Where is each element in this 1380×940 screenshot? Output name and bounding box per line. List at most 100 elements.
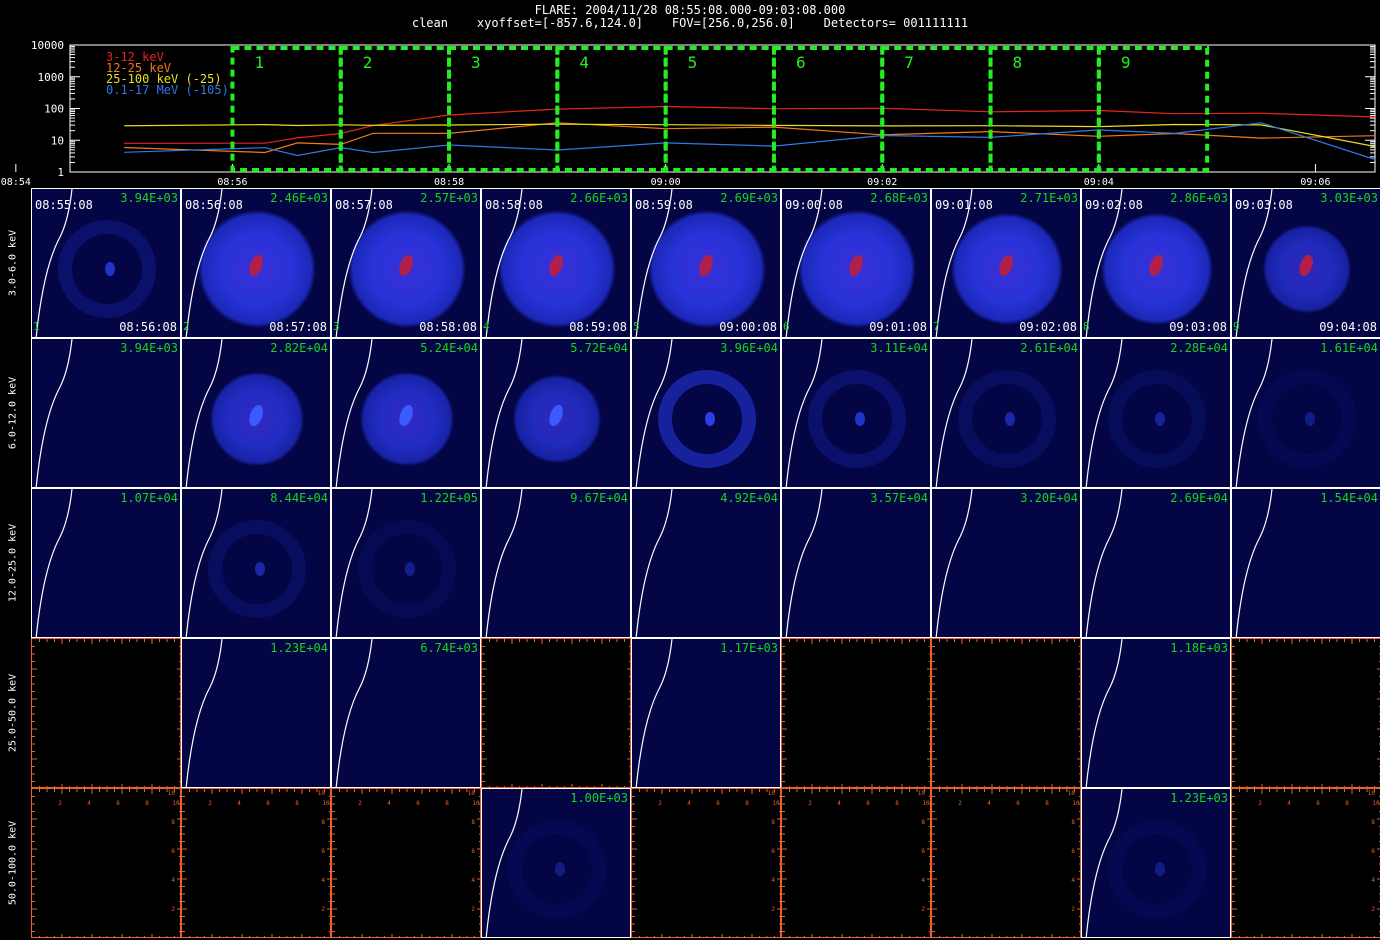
- interval-box: [1096, 46, 1210, 172]
- panel-interval-number: 8: [1083, 320, 1090, 333]
- axis-tick-label: 6: [1316, 800, 1320, 807]
- axis-tick-label: 8: [145, 800, 149, 807]
- image-panel: 1.07E+04: [31, 488, 181, 638]
- axis-tick-label: 4: [321, 877, 325, 884]
- image-panel: 9.67E+04: [481, 488, 631, 638]
- axis-tick-label: 2: [321, 906, 325, 913]
- panel-interval-number: 9: [1233, 320, 1240, 333]
- panel-max-value: 1.54E+04: [1320, 491, 1378, 505]
- image-panel-svg: 2 2 4 4 6 6 8 8 10 10: [182, 789, 330, 937]
- panel-end-time: 09:01:08: [869, 320, 927, 334]
- panel-max-value: 2.71E+03: [1020, 191, 1078, 205]
- axis-tick-label: 4: [171, 877, 175, 884]
- image-background: [632, 489, 780, 637]
- image-panel: [31, 638, 181, 788]
- axis-tick-label: 6: [1016, 800, 1020, 807]
- axis-tick-label: 6: [771, 848, 775, 855]
- axis-tick-label: 4: [837, 800, 841, 807]
- image-panel: 2.66E+03 08:58:08 08:59:08 4: [481, 188, 631, 338]
- panel-max-value: 2.46E+03: [270, 191, 328, 205]
- panel-max-value: 3.03E+03: [1320, 191, 1378, 205]
- panel-interval-number: 5: [633, 320, 640, 333]
- panel-interval-number: 4: [483, 320, 490, 333]
- y-tick-label: 1000: [38, 71, 65, 84]
- axis-tick-label: 10: [322, 800, 330, 807]
- image-panel: 2.61E+04: [931, 338, 1081, 488]
- panel-max-value: 2.68E+03: [870, 191, 928, 205]
- image-panel-svg: [482, 639, 630, 787]
- energy-row-label: 12.0-25.0 keV: [2, 488, 24, 638]
- image-panel: 3.94E+03 08:55:08 08:56:08 1: [31, 188, 181, 338]
- axis-tick-label: 10: [922, 800, 930, 807]
- axis-tick-label: 2: [921, 906, 925, 913]
- axis-tick-label: 4: [237, 800, 241, 807]
- panel-max-value: 3.57E+04: [870, 491, 928, 505]
- image-background: [32, 339, 180, 487]
- source-core: [405, 562, 415, 576]
- energy-row-label-text: 50.0-100.0 keV: [7, 820, 19, 906]
- image-panel: [781, 638, 931, 788]
- source-core: [105, 262, 115, 276]
- panel-interval-number: 6: [783, 320, 790, 333]
- energy-row-label-text: 6.0-12.0 keV: [7, 376, 19, 450]
- empty-panel: [482, 639, 630, 787]
- image-panel: 1.00E+03: [481, 788, 631, 938]
- axis-tick-label: 8: [745, 800, 749, 807]
- image-panel: [931, 638, 1081, 788]
- image-background: [482, 489, 630, 637]
- image-panel: [1231, 638, 1380, 788]
- x-tick-label: 08:54: [1, 177, 31, 188]
- axis-tick-label: 6: [716, 800, 720, 807]
- axis-tick-label: 6: [321, 848, 325, 855]
- axis-tick-label: 10: [918, 790, 926, 797]
- panel-max-value: 1.23E+03: [1170, 791, 1228, 805]
- image-panel-svg: [332, 489, 480, 637]
- image-panel-svg: [182, 489, 330, 637]
- energy-row-label-text: 3.0-6.0 keV: [7, 229, 19, 297]
- panel-max-value: 2.66E+03: [570, 191, 628, 205]
- empty-panel: [782, 639, 930, 787]
- image-panel: 2 2 4 4 6 6 8 8 10 10: [781, 788, 931, 938]
- image-panel: 2 2 4 4 6 6 8 8 10 10: [1231, 788, 1380, 938]
- image-panel-svg: [1082, 639, 1230, 787]
- series-line: [124, 122, 1376, 154]
- panel-start-time: 08:58:08: [485, 198, 543, 212]
- panel-max-value: 5.24E+04: [420, 341, 478, 355]
- image-panel: 5.24E+04: [331, 338, 481, 488]
- image-panel: 1.23E+03: [1081, 788, 1231, 938]
- x-tick-label: 09:04: [1084, 177, 1114, 188]
- axis-tick-label: 4: [87, 800, 91, 807]
- x-tick-label: 08:56: [217, 177, 247, 188]
- panel-max-value: 1.61E+04: [1320, 341, 1378, 355]
- energy-row-label-text: 25.0-50.0 keV: [7, 673, 19, 753]
- panel-end-time: 08:57:08: [269, 320, 327, 334]
- axis-tick-label: 10: [1368, 790, 1376, 797]
- panel-start-time: 09:00:08: [785, 198, 843, 212]
- image-panel-svg: [932, 339, 1080, 487]
- axis-tick-label: 6: [116, 800, 120, 807]
- energy-row-label: 25.0-50.0 keV: [2, 638, 24, 788]
- empty-panel: [32, 789, 180, 937]
- image-panel-svg: [1082, 489, 1230, 637]
- panel-max-value: 6.74E+03: [420, 641, 478, 655]
- image-panel: 1.17E+03: [631, 638, 781, 788]
- panel-max-value: 2.69E+03: [720, 191, 778, 205]
- panel-max-value: 1.23E+04: [270, 641, 328, 655]
- image-background: [1082, 489, 1230, 637]
- axis-tick-label: 2: [358, 800, 362, 807]
- axis-tick-label: 10: [472, 800, 480, 807]
- axis-tick-label: 2: [808, 800, 812, 807]
- axis-tick-label: 6: [471, 848, 475, 855]
- image-panel: 2.46E+03 08:56:08 08:57:08 2: [181, 188, 331, 338]
- axis-tick-label: 4: [921, 877, 925, 884]
- panel-max-value: 1.17E+03: [720, 641, 778, 655]
- panel-max-value: 8.44E+04: [270, 491, 328, 505]
- x-tick-label: 09:00: [651, 177, 681, 188]
- axis-tick-label: 6: [866, 800, 870, 807]
- image-panel: 3.11E+04: [781, 338, 931, 488]
- image-panel-svg: [1232, 489, 1380, 637]
- panel-end-time: 08:58:08: [419, 320, 477, 334]
- axis-tick-label: 8: [295, 800, 299, 807]
- axis-tick-label: 8: [771, 819, 775, 826]
- panel-start-time: 09:02:08: [1085, 198, 1143, 212]
